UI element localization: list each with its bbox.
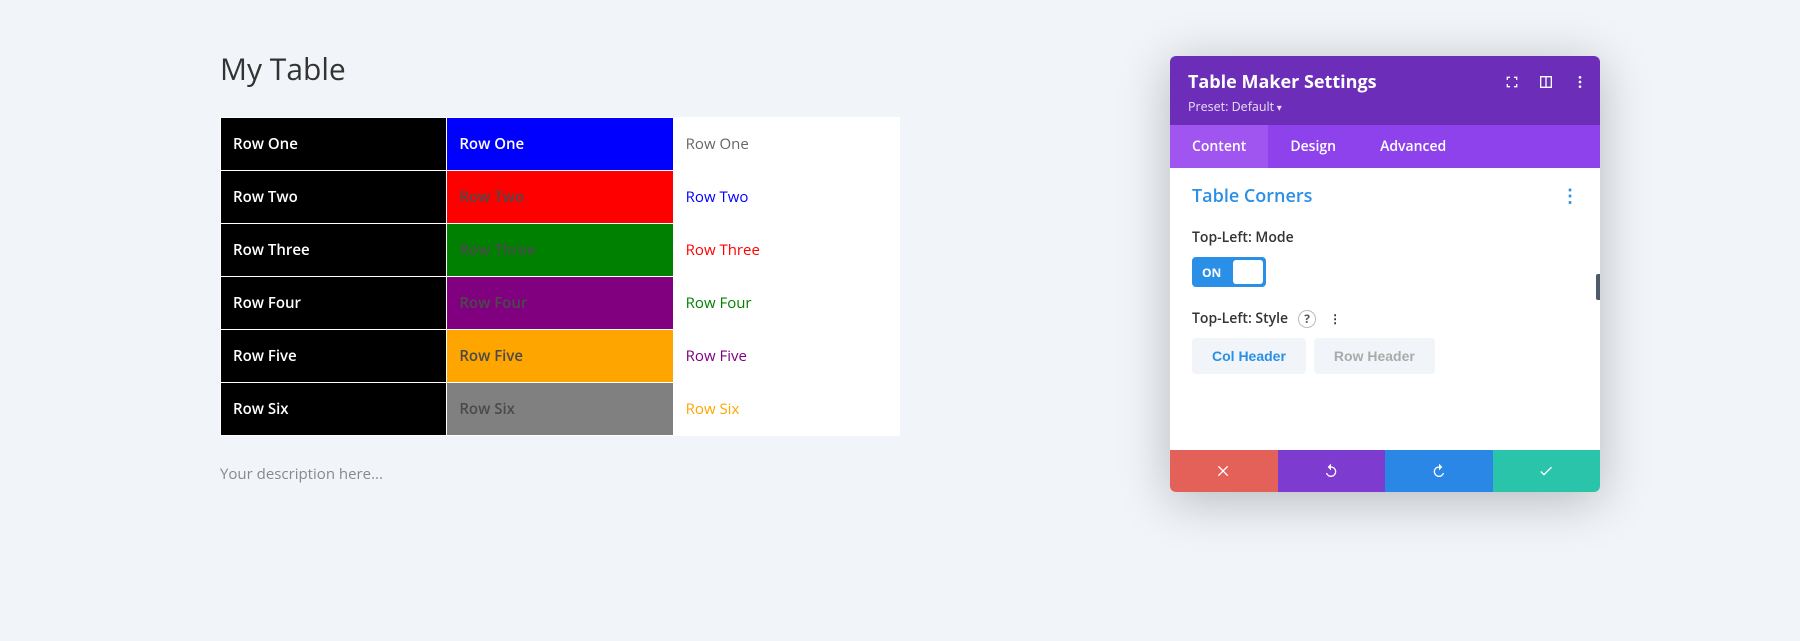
expand-icon[interactable]	[1504, 74, 1520, 90]
preset-dropdown[interactable]: Preset: Default	[1188, 98, 1582, 115]
row-header-cell: Row Five	[221, 330, 446, 382]
table-row: Row TwoRow TwoRow Two	[221, 171, 899, 223]
field-style-label-text: Top-Left: Style	[1192, 309, 1288, 328]
field-top-left-style: Top-Left: Style ? ⋮ Col Header Row Heade…	[1192, 309, 1578, 374]
snap-icon[interactable]	[1538, 74, 1554, 90]
row-header-cell: Row Two	[221, 171, 446, 223]
field-mode-label: Top-Left: Mode	[1192, 228, 1578, 247]
color-cell: Row One	[447, 118, 672, 170]
text-color-cell: Row Two	[674, 171, 899, 223]
row-header-cell: Row Three	[221, 224, 446, 276]
table-description: Your description here...	[220, 464, 900, 484]
color-cell: Row Four	[447, 277, 672, 329]
section-header[interactable]: Table Corners ⋮	[1192, 184, 1578, 208]
panel-header[interactable]: Table Maker Settings Preset: Default	[1170, 56, 1600, 125]
text-color-cell: Row Five	[674, 330, 899, 382]
text-color-cell: Row Three	[674, 224, 899, 276]
section-menu-icon[interactable]: ⋮	[1561, 184, 1578, 208]
color-cell: Row Three	[447, 224, 672, 276]
table-row: Row FiveRow FiveRow Five	[221, 330, 899, 382]
tab-content[interactable]: Content	[1170, 125, 1268, 168]
undo-button[interactable]	[1278, 450, 1386, 492]
cancel-button[interactable]	[1170, 450, 1278, 492]
row-header-cell: Row One	[221, 118, 446, 170]
toggle-top-left-mode[interactable]: ON	[1192, 257, 1266, 287]
field-menu-icon[interactable]: ⋮	[1326, 310, 1344, 328]
panel-footer	[1170, 450, 1600, 492]
table-title: My Table	[220, 48, 900, 89]
redo-button[interactable]	[1385, 450, 1493, 492]
more-icon[interactable]	[1572, 74, 1588, 90]
row-header-cell: Row Six	[221, 383, 446, 435]
table-row: Row ThreeRow ThreeRow Three	[221, 224, 899, 276]
save-button[interactable]	[1493, 450, 1601, 492]
canvas-preview: My Table Row OneRow OneRow OneRow TwoRow…	[220, 48, 900, 484]
tab-advanced[interactable]: Advanced	[1358, 125, 1468, 168]
resize-handle[interactable]	[1596, 274, 1600, 300]
color-cell: Row Two	[447, 171, 672, 223]
tab-design[interactable]: Design	[1268, 125, 1358, 168]
header-icon-row	[1504, 74, 1588, 90]
text-color-cell: Row Four	[674, 277, 899, 329]
style-button-group: Col Header Row Header	[1192, 338, 1578, 374]
toggle-on-label: ON	[1192, 264, 1221, 281]
section-title: Table Corners	[1192, 184, 1312, 208]
style-option-col-header[interactable]: Col Header	[1192, 338, 1306, 374]
table-row: Row SixRow SixRow Six	[221, 383, 899, 435]
text-color-cell: Row One	[674, 118, 899, 170]
table-row: Row OneRow OneRow One	[221, 118, 899, 170]
preview-table: Row OneRow OneRow OneRow TwoRow TwoRow T…	[220, 117, 900, 436]
table-row: Row FourRow FourRow Four	[221, 277, 899, 329]
color-cell: Row Six	[447, 383, 672, 435]
row-header-cell: Row Four	[221, 277, 446, 329]
text-color-cell: Row Six	[674, 383, 899, 435]
help-icon[interactable]: ?	[1298, 310, 1316, 328]
panel-body: Table Corners ⋮ Top-Left: Mode ON Top-Le…	[1170, 168, 1600, 450]
field-style-label: Top-Left: Style ? ⋮	[1192, 309, 1578, 328]
tabs: Content Design Advanced	[1170, 125, 1600, 168]
settings-panel: Table Maker Settings Preset: Default Con…	[1170, 56, 1600, 492]
field-top-left-mode: Top-Left: Mode ON	[1192, 228, 1578, 287]
toggle-knob	[1233, 260, 1263, 284]
color-cell: Row Five	[447, 330, 672, 382]
style-option-row-header[interactable]: Row Header	[1314, 338, 1435, 374]
